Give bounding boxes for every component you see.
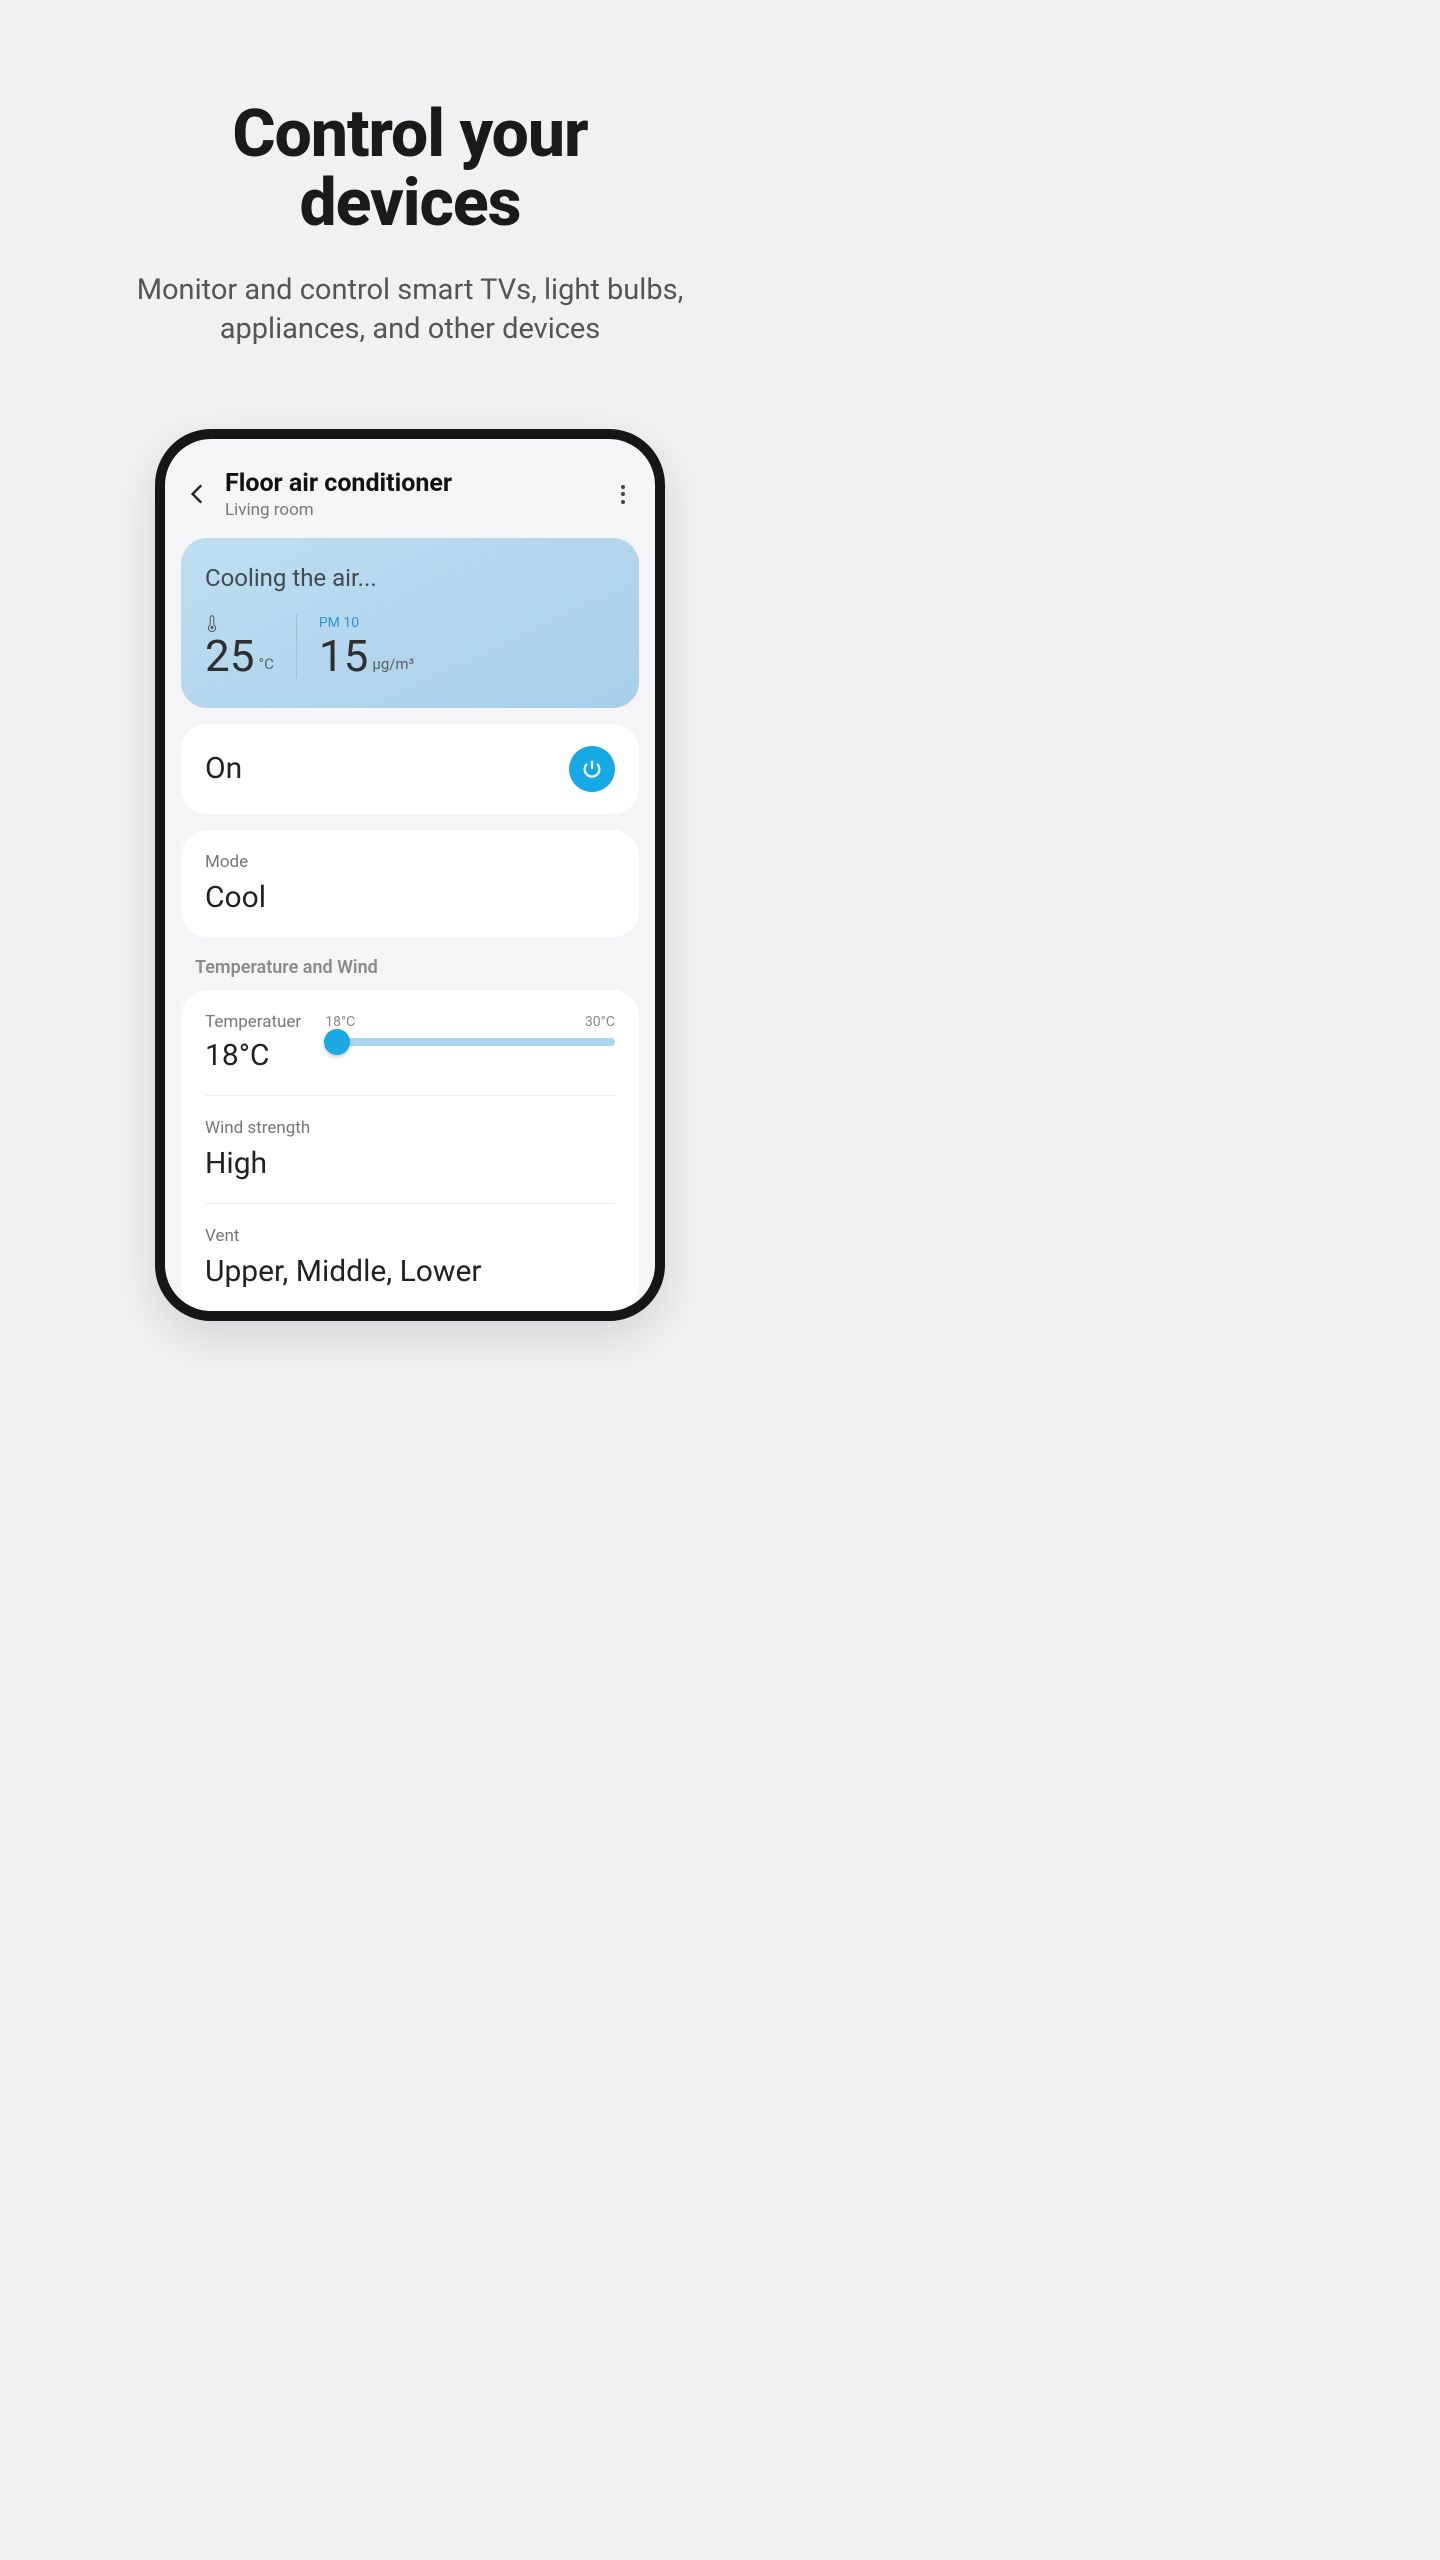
- vent-row[interactable]: Vent Upper, Middle, Lower: [205, 1204, 615, 1311]
- status-card: Cooling the air... 25 °C PM 10 15 μg/m³: [181, 538, 639, 708]
- section-label: Temperature and Wind: [181, 953, 639, 990]
- pm-reading: PM 10 15 μg/m³: [296, 614, 414, 678]
- wind-label: Wind strength: [205, 1118, 615, 1138]
- mode-label: Mode: [205, 852, 615, 872]
- temp-wind-card: Temperatuer 18°C 18°C 30°C Wi: [181, 990, 639, 1311]
- device-header: Floor air conditioner Living room: [181, 463, 639, 538]
- power-icon: [581, 758, 603, 780]
- page-subtitle: Monitor and control smart TVs, light bul…: [40, 271, 780, 349]
- current-temperature: 25 °C: [205, 614, 296, 678]
- phone-mockup: Floor air conditioner Living room Coolin…: [155, 429, 665, 1321]
- slider-min-label: 18°C: [325, 1014, 355, 1030]
- power-card: On: [181, 724, 639, 814]
- mode-card[interactable]: Mode Cool: [181, 830, 639, 937]
- wind-row[interactable]: Wind strength High: [205, 1096, 615, 1204]
- mode-value: Cool: [205, 880, 615, 915]
- status-text: Cooling the air...: [205, 564, 615, 592]
- page-title: Control your devices: [40, 100, 780, 239]
- vent-label: Vent: [205, 1226, 615, 1246]
- slider-max-label: 30°C: [585, 1014, 615, 1030]
- more-icon[interactable]: [611, 482, 635, 506]
- hero-section: Control your devices Monitor and control…: [0, 0, 820, 389]
- temperature-slider[interactable]: 18°C 30°C: [325, 1012, 615, 1046]
- power-state: On: [205, 751, 242, 786]
- wind-value: High: [205, 1146, 615, 1181]
- back-icon[interactable]: [185, 481, 211, 507]
- temperature-value: 18°C: [205, 1038, 301, 1073]
- power-button[interactable]: [569, 746, 615, 792]
- vent-value: Upper, Middle, Lower: [205, 1254, 615, 1289]
- temperature-row: Temperatuer 18°C 18°C 30°C: [205, 990, 615, 1096]
- slider-thumb[interactable]: [324, 1029, 350, 1055]
- device-location: Living room: [225, 500, 599, 520]
- device-title: Floor air conditioner: [225, 469, 599, 498]
- temperature-label: Temperatuer: [205, 1012, 301, 1032]
